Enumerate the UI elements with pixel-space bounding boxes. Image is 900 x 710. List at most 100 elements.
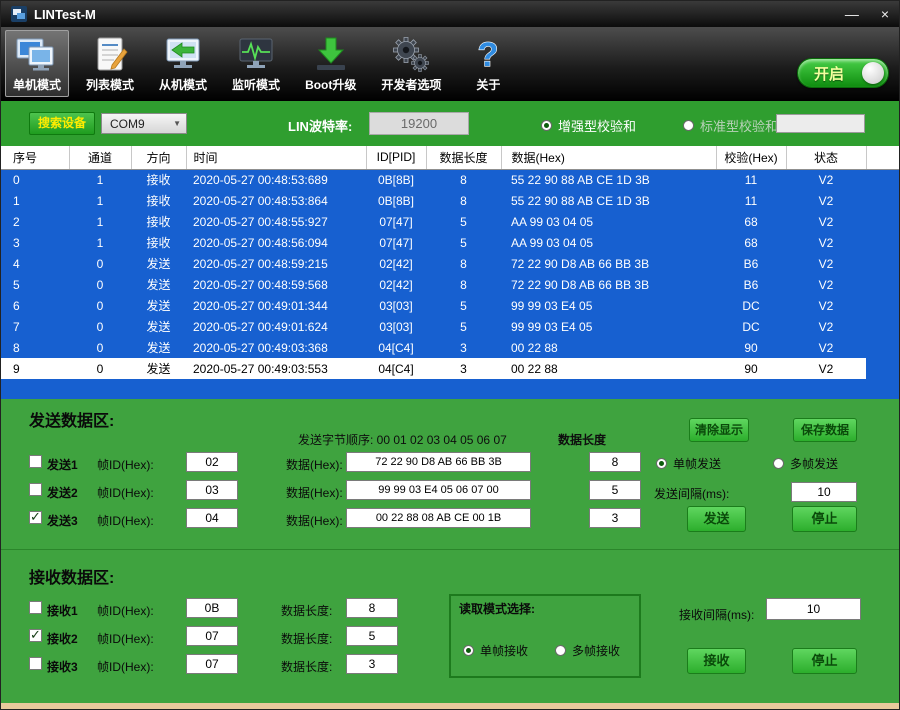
col-header-time[interactable]: 时间 [186,146,366,169]
receive-button[interactable]: 接收 [687,648,746,674]
send1-checkbox-label[interactable]: 发送1 [47,456,78,473]
table-row[interactable]: 90发送2020-05-27 00:49:03:55304[C4]300 22 … [1,358,899,379]
slave-mode-icon [161,34,205,75]
table-cell: V2 [786,211,866,232]
col-header-data[interactable]: 数据(Hex) [501,146,716,169]
table-row[interactable]: 80发送2020-05-27 00:49:03:36804[C4]300 22 … [1,337,899,358]
send3-checkbox[interactable] [29,511,42,524]
table-filler-cell [866,274,899,295]
col-header-status[interactable]: 状态 [786,146,866,169]
clear-display-button[interactable]: 清除显示 [689,418,749,442]
settings-extra-input[interactable] [776,114,865,133]
baud-rate-label: LIN波特率: [288,116,352,135]
table-row[interactable]: 50发送2020-05-27 00:48:59:56802[42]872 22 … [1,274,899,295]
receive1-checkbox[interactable] [29,601,42,614]
send3-checkbox-label[interactable]: 发送3 [47,512,78,529]
toolbar-item-standalone-mode[interactable]: 单机模式 [5,30,69,97]
data-hex-label: 数据(Hex): [286,512,343,529]
table-row[interactable]: 01接收2020-05-27 00:48:53:6890B[8B]855 22 … [1,169,899,190]
close-button[interactable]: × [881,1,889,27]
send-interval-input[interactable] [791,482,857,502]
table-cell: 11 [716,190,786,211]
send2-checkbox-label[interactable]: 发送2 [47,484,78,501]
table-cell: 8 [426,169,501,190]
table-row[interactable]: 60发送2020-05-27 00:49:01:34403[03]599 99 … [1,295,899,316]
table-row[interactable]: 21接收2020-05-27 00:48:55:92707[47]5AA 99 … [1,211,899,232]
read-mode-box: 读取模式选择: 单帧接收 多帧接收 [449,594,641,678]
minimize-button[interactable]: — [845,1,859,27]
send1-checkbox[interactable] [29,455,42,468]
send1-length-input[interactable] [589,452,641,472]
table-cell: 68 [716,232,786,253]
table-filler-cell [866,232,899,253]
frame-id-label: 帧ID(Hex): [97,512,154,529]
standard-checksum-radio[interactable]: 标准型校验和 [683,116,778,135]
single-send-radio[interactable]: 单帧发送 [656,455,721,472]
receive2-length-input[interactable] [346,626,398,646]
receive-interval-input[interactable] [766,598,861,620]
send3-frame-id-input[interactable] [186,508,238,528]
send1-frame-id-input[interactable] [186,452,238,472]
table-cell: 发送 [131,358,186,379]
table-row[interactable]: 40发送2020-05-27 00:48:59:21502[42]872 22 … [1,253,899,274]
table-cell: 90 [716,358,786,379]
multi-receive-radio[interactable]: 多帧接收 [555,642,620,659]
table-cell: V2 [786,316,866,337]
enhanced-checksum-radio[interactable]: 增强型校验和 [541,116,636,135]
table-cell: V2 [786,337,866,358]
toolbar-item-boot-upgrade[interactable]: Boot升级 [297,30,364,97]
table-cell: 04[C4] [366,358,426,379]
toolbar-item-developer-options[interactable]: 开发者选项 [373,30,449,97]
receive-stop-button[interactable]: 停止 [792,648,857,674]
com-port-select[interactable]: COM9 ▼ [101,113,187,134]
send2-length-input[interactable] [589,480,641,500]
power-toggle[interactable]: 开启 [797,58,889,88]
receive2-checkbox-label[interactable]: 接收2 [47,630,78,647]
receive1-frame-id-input[interactable] [186,598,238,618]
receive2-checkbox[interactable] [29,629,42,642]
table-cell: 00 22 88 [501,358,716,379]
col-header-id[interactable]: ID[PID] [366,146,426,169]
receive3-checkbox-label[interactable]: 接收3 [47,658,78,675]
toolbar-item-listen-mode[interactable]: 监听模式 [224,30,288,97]
table-cell: 68 [716,211,786,232]
col-header-direction[interactable]: 方向 [131,146,186,169]
chevron-down-icon: ▼ [173,119,181,128]
single-receive-label: 单帧接收 [480,642,528,659]
single-receive-radio[interactable]: 单帧接收 [463,642,528,659]
toolbar-item-about[interactable]: ? 关于 [458,30,518,97]
receive3-checkbox[interactable] [29,657,42,670]
search-device-button[interactable]: 搜索设备 [29,112,95,135]
save-data-button[interactable]: 保存数据 [793,418,857,442]
send2-data-input[interactable] [346,480,531,500]
send3-data-input[interactable] [346,508,531,528]
send-stop-button[interactable]: 停止 [792,506,857,532]
col-header-data-length[interactable]: 数据长度 [426,146,501,169]
receive1-length-input[interactable] [346,598,398,618]
receive1-checkbox-label[interactable]: 接收1 [47,602,78,619]
table-row[interactable]: 31接收2020-05-27 00:48:56:09407[47]5AA 99 … [1,232,899,253]
col-header-checksum[interactable]: 校验(Hex) [716,146,786,169]
receive3-frame-id-input[interactable] [186,654,238,674]
send-button[interactable]: 发送 [687,506,746,532]
send3-length-input[interactable] [589,508,641,528]
multi-send-radio[interactable]: 多帧发送 [773,455,838,472]
table-row[interactable]: 11接收2020-05-27 00:48:53:8640B[8B]855 22 … [1,190,899,211]
send1-data-input[interactable] [346,452,531,472]
radio-dot-icon [555,645,566,656]
data-length-label: 数据长度: [281,630,332,647]
toolbar-item-list-mode[interactable]: 列表模式 [78,30,142,97]
receive2-frame-id-input[interactable] [186,626,238,646]
col-header-index[interactable]: 序号 [1,146,69,169]
send2-checkbox[interactable] [29,483,42,496]
col-header-channel[interactable]: 通道 [69,146,131,169]
radio-dot-icon [773,458,784,469]
toolbar-item-slave-mode[interactable]: 从机模式 [151,30,215,97]
send2-frame-id-input[interactable] [186,480,238,500]
baud-rate-input[interactable] [369,112,469,135]
table-cell: 1 [69,169,131,190]
table-row[interactable]: 70发送2020-05-27 00:49:01:62403[03]599 99 … [1,316,899,337]
table-cell: 03[03] [366,295,426,316]
table-cell: 发送 [131,253,186,274]
receive3-length-input[interactable] [346,654,398,674]
